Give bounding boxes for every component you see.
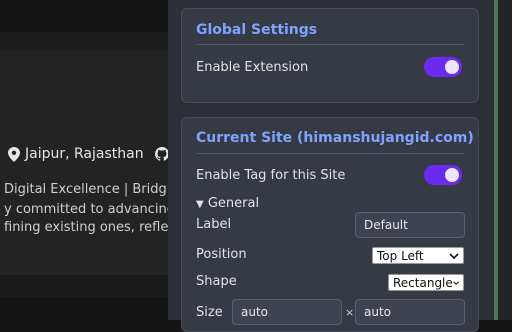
size-label: Size	[196, 305, 223, 320]
background-page: Jaipur, Rajasthan Digital Excellence | B…	[0, 0, 170, 320]
divider	[196, 153, 464, 154]
background-profile-card	[0, 50, 170, 275]
toggle-knob	[445, 60, 459, 74]
general-section-toggle[interactable]: ▼ General	[196, 196, 259, 211]
toggle-knob	[445, 168, 459, 182]
location-text: Jaipur, Rajasthan	[25, 146, 144, 162]
chevron-down-icon	[449, 252, 459, 259]
shape-select[interactable]: Rectangle	[388, 274, 464, 291]
size-separator: ×	[345, 306, 355, 319]
enable-extension-label: Enable Extension	[196, 60, 309, 75]
shape-select-value: Rectangle	[393, 275, 453, 290]
current-site-card: Current Site (himanshujangid.com) Enable…	[181, 117, 479, 332]
github-icon[interactable]	[154, 147, 169, 161]
enable-tag-toggle[interactable]	[424, 165, 462, 185]
background-band	[0, 275, 170, 297]
shape-label: Shape	[196, 274, 237, 289]
current-site-title: Current Site (himanshujangid.com)	[196, 130, 474, 146]
bio-line: Digital Excellence | Bridging	[4, 182, 170, 197]
background-band	[0, 32, 170, 50]
size-width-input[interactable]	[232, 299, 342, 325]
triangle-down-icon: ▼	[196, 199, 204, 210]
label-field-label: Label	[196, 217, 232, 232]
position-label: Position	[196, 247, 247, 262]
scrollbar-accent	[494, 0, 498, 320]
size-height-input[interactable]	[355, 299, 465, 325]
bio-line: y committed to advancing m	[4, 202, 170, 217]
position-select-value: Top Left	[377, 248, 424, 263]
chevron-down-icon	[453, 280, 459, 285]
enable-extension-toggle[interactable]	[424, 57, 462, 77]
enable-tag-label: Enable Tag for this Site	[196, 168, 346, 183]
profile-location: Jaipur, Rajasthan	[8, 146, 169, 162]
global-settings-card: Global Settings Enable Extension	[181, 8, 479, 103]
map-pin-icon	[8, 146, 20, 162]
position-select[interactable]: Top Left	[372, 247, 464, 264]
label-input[interactable]	[355, 212, 465, 238]
global-settings-title: Global Settings	[196, 22, 318, 38]
bio-line: fining existing ones, reflecti	[4, 220, 170, 235]
general-section-label: General	[207, 196, 260, 211]
divider	[196, 44, 464, 45]
